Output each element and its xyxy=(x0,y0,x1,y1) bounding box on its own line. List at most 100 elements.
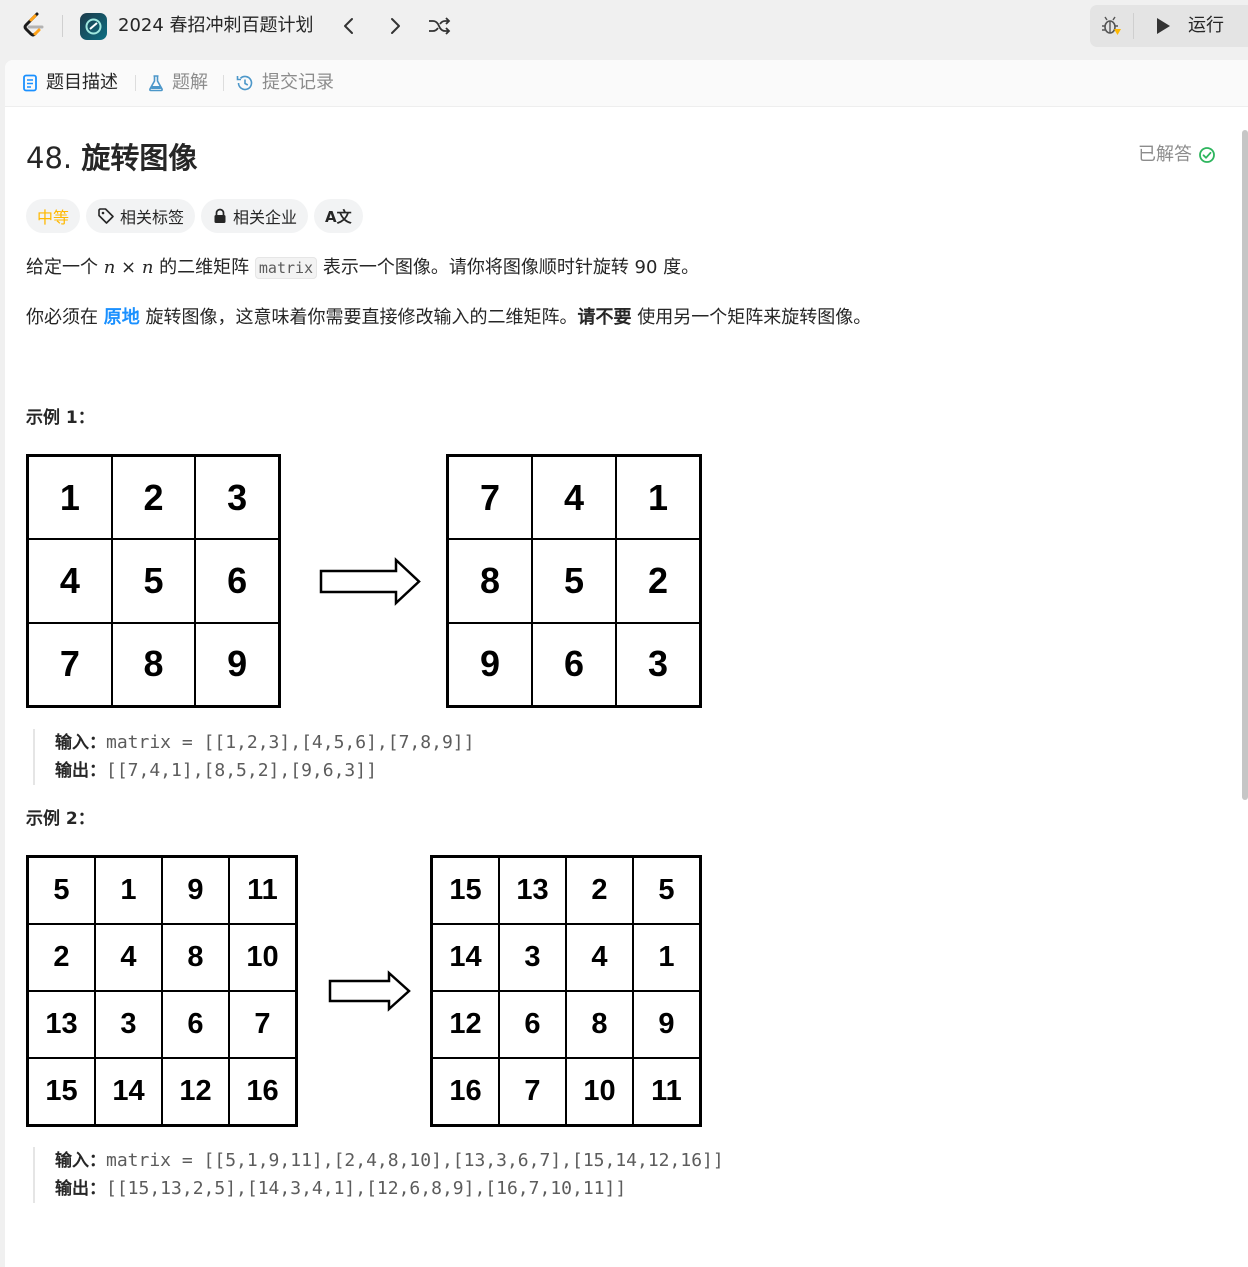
matrix-cell: 8 xyxy=(566,991,633,1058)
matrix-cell: 8 xyxy=(162,924,229,991)
problem-name: 旋转图像 xyxy=(81,141,198,175)
solved-label: 已解答 xyxy=(1138,144,1192,165)
matrix-cell: 2 xyxy=(111,456,196,540)
lock-icon xyxy=(214,208,226,223)
leetcode-logo-icon[interactable] xyxy=(18,10,50,42)
matrix-cell: 12 xyxy=(162,1058,229,1125)
in-place-link[interactable]: 原地 xyxy=(104,307,140,328)
run-label: 运行 xyxy=(1188,15,1224,36)
chevron-left-icon[interactable] xyxy=(335,12,363,40)
tab-submissions-label: 提交记录 xyxy=(262,72,334,93)
output-label: 输出： xyxy=(55,1179,106,1199)
study-plan-title[interactable]: 2024 春招冲刺百题计划 xyxy=(118,14,314,38)
text: 旋转图像，这意味着你需要直接修改输入的二维矩阵。 xyxy=(139,307,578,328)
matrix-cell: 1 xyxy=(28,456,112,540)
tab-solutions[interactable]: 题解 xyxy=(147,60,208,106)
matrix-cell: 5 xyxy=(633,857,700,924)
example-2-output: 输出：[[15,13,2,5],[14,3,4,1],[12,6,8,9],[1… xyxy=(55,1175,724,1203)
input-label: 输入： xyxy=(55,1151,106,1171)
panel-tabs: 题目描述 题解 提交记录 xyxy=(5,60,1248,107)
matrix-cell: 9 xyxy=(448,622,532,706)
matrix-cell: 12 xyxy=(432,991,499,1058)
debug-bug-icon[interactable] xyxy=(1090,5,1132,47)
translate-icon: A文 xyxy=(325,207,352,226)
input-value: matrix = [[1,2,3],[4,5,6],[7,8,9]] xyxy=(106,732,475,753)
problem-panel: 题目描述 题解 提交记录 48. 旋转图像 已解答 中等 相关标签 相关企业 A… xyxy=(5,60,1248,1267)
description-icon xyxy=(23,74,37,92)
matrix-cell: 9 xyxy=(633,991,700,1058)
matrix-cell: 3 xyxy=(616,622,700,706)
matrix-cell: 7 xyxy=(229,991,296,1058)
input-value: matrix = [[5,1,9,11],[2,4,8,10],[13,3,6,… xyxy=(106,1150,724,1171)
matrix-cell: 9 xyxy=(162,857,229,924)
matrix-cell: 4 xyxy=(28,539,112,623)
example-2-io: 输入：matrix = [[5,1,9,11],[2,4,8,10],[13,3… xyxy=(33,1147,724,1203)
matrix-cell: 6 xyxy=(532,622,616,706)
matrix-cell: 1 xyxy=(633,924,700,991)
divider xyxy=(62,15,63,37)
divider xyxy=(1133,13,1134,39)
matrix-cell: 5 xyxy=(28,857,95,924)
matrix-cell: 4 xyxy=(566,924,633,991)
page-title[interactable]: 48. 旋转图像 xyxy=(26,139,197,177)
matrix-cell: 16 xyxy=(432,1058,499,1125)
top-bar: 2024 春招冲刺百题计划 运行 xyxy=(0,0,1248,52)
topics-tag-label: 相关标签 xyxy=(120,208,185,227)
difficulty-badge: 中等 xyxy=(26,199,81,233)
matrix-cell: 16 xyxy=(229,1058,296,1125)
text: 你必须在 xyxy=(26,307,104,328)
matrix-cell: 2 xyxy=(28,924,95,991)
matrix-cell: 13 xyxy=(28,991,95,1058)
matrix-cell: 10 xyxy=(566,1058,633,1125)
example-1-input: 输入：matrix = [[1,2,3],[4,5,6],[7,8,9]] xyxy=(55,729,474,757)
matrix-cell: 5 xyxy=(111,539,196,623)
matrix-cell: 3 xyxy=(195,456,279,540)
example-2-input-matrix: 5 1 9 11 2 4 8 10 13 3 6 7 15 14 12 16 xyxy=(26,855,298,1127)
translate-button[interactable]: A文 xyxy=(314,199,363,233)
tab-description[interactable]: 题目描述 xyxy=(21,60,118,106)
example-1-title: 示例 1： xyxy=(26,408,95,428)
tab-description-label: 题目描述 xyxy=(46,72,118,93)
scrollbar[interactable] xyxy=(1242,130,1248,800)
text: 使用另一个矩阵来旋转图像。 xyxy=(631,307,872,328)
text: × xyxy=(115,257,142,278)
chevron-right-icon[interactable] xyxy=(381,12,409,40)
matrix-cell: 15 xyxy=(28,1058,95,1125)
matrix-cell: 8 xyxy=(448,539,532,623)
example-1-io: 输入：matrix = [[1,2,3],[4,5,6],[7,8,9]] 输出… xyxy=(33,729,474,785)
bold-text: 请不要 xyxy=(577,307,632,328)
companies-tag-button[interactable]: 相关企业 xyxy=(201,199,309,233)
text: 给定一个 xyxy=(26,257,104,278)
shuffle-icon[interactable] xyxy=(425,12,453,40)
matrix-cell: 13 xyxy=(499,857,566,924)
study-plan-icon[interactable] xyxy=(80,13,107,40)
arrow-right-icon xyxy=(328,970,411,1012)
problem-description: 48. 旋转图像 已解答 中等 相关标签 相关企业 A文 给定一个 n × n … xyxy=(5,107,1248,1267)
matrix-cell: 7 xyxy=(499,1058,566,1125)
example-2-input: 输入：matrix = [[5,1,9,11],[2,4,8,10],[13,3… xyxy=(55,1147,724,1175)
matrix-cell: 3 xyxy=(499,924,566,991)
matrix-cell: 2 xyxy=(616,539,700,623)
example-2-title: 示例 2： xyxy=(26,809,95,829)
run-controls: 运行 xyxy=(1090,5,1248,47)
example-1-input-matrix: 123456789 xyxy=(26,454,281,708)
matrix-cell: 1 xyxy=(616,456,700,540)
matrix-cell: 14 xyxy=(95,1058,162,1125)
divider xyxy=(223,75,224,91)
topics-tag-button[interactable]: 相关标签 xyxy=(86,199,196,233)
tab-submissions[interactable]: 提交记录 xyxy=(235,60,334,106)
play-icon xyxy=(1157,18,1170,34)
tag-row: 中等 相关标签 相关企业 A文 xyxy=(26,199,369,233)
output-value: [[15,13,2,5],[14,3,4,1],[12,6,8,9],[16,7… xyxy=(106,1178,627,1199)
math-n: n xyxy=(141,257,154,278)
flask-icon xyxy=(149,75,163,92)
example-1-output: 输出：[[7,4,1],[8,5,2],[9,6,3]] xyxy=(55,757,474,785)
matrix-cell: 11 xyxy=(229,857,296,924)
matrix-cell: 8 xyxy=(111,622,196,706)
matrix-cell: 5 xyxy=(532,539,616,623)
history-icon xyxy=(236,75,253,91)
description-paragraph-1: 给定一个 n × n 的二维矩阵 matrix 表示一个图像。请你将图像顺时针旋… xyxy=(26,255,699,281)
output-value: [[7,4,1],[8,5,2],[9,6,3]] xyxy=(106,760,377,781)
arrow-right-icon xyxy=(319,557,421,606)
run-button[interactable]: 运行 xyxy=(1138,5,1248,47)
